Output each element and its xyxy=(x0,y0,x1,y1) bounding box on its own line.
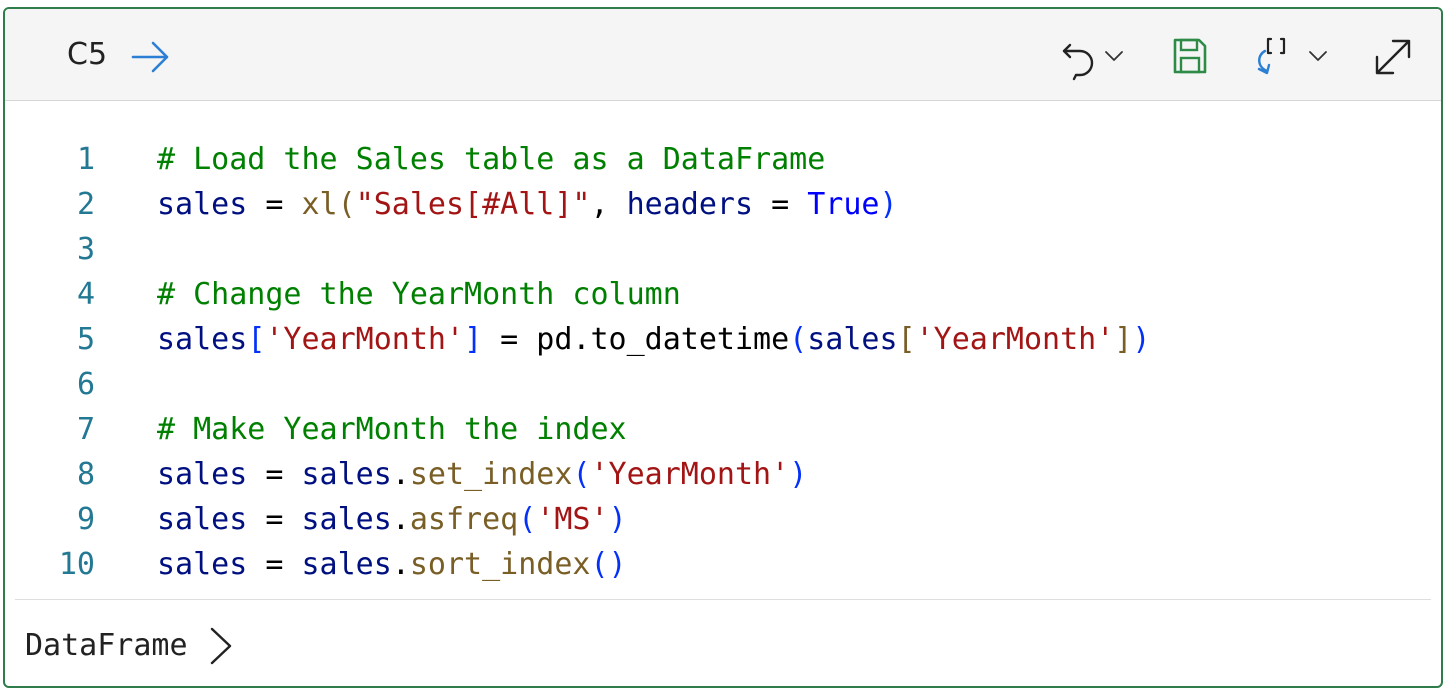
code-token: sales xyxy=(301,502,392,537)
code-token: sales xyxy=(157,502,248,537)
code-token: sales xyxy=(301,457,392,492)
code-line: 5 sales['YearMonth'] = pd.to_datetime(sal… xyxy=(5,317,1441,362)
line-number: 6 xyxy=(76,367,95,402)
code-token: . xyxy=(391,502,410,537)
code-line: 9 sales = sales.asfreq('MS') xyxy=(5,497,1441,542)
cell-reference: C5 xyxy=(67,37,108,72)
code-token: () xyxy=(590,547,627,582)
code-token: = xyxy=(247,547,302,582)
line-number: 9 xyxy=(76,502,95,537)
code-token: 'YearMonth' xyxy=(265,322,465,357)
code-token: = xyxy=(247,187,302,222)
code-token: # Make YearMonth the index xyxy=(157,412,627,447)
line-number: 3 xyxy=(76,232,95,267)
code-line: 7 # Make YearMonth the index xyxy=(5,407,1441,452)
line-number: 5 xyxy=(76,322,95,357)
code-token: ) xyxy=(1132,322,1151,357)
code-token: headers xyxy=(626,187,754,222)
code-text: # Make YearMonth the index xyxy=(157,407,627,452)
editor-header: C5 xyxy=(5,9,1441,101)
code-text: sales['YearMonth'] = pd.to_datetime(sale… xyxy=(157,317,1150,362)
code-text: sales = sales.sort_index() xyxy=(157,542,627,587)
code-token: ) xyxy=(789,457,808,492)
undo-dropdown-chevron-icon[interactable] xyxy=(1104,49,1124,63)
undo-icon[interactable] xyxy=(1060,39,1098,83)
code-token: . xyxy=(391,547,410,582)
code-token: sales xyxy=(157,322,248,357)
code-token: ) xyxy=(608,502,627,537)
code-token: ) xyxy=(879,187,898,222)
code-token: 'MS' xyxy=(536,502,609,537)
code-text: sales = xl("Sales[#All]", headers = True… xyxy=(157,182,898,227)
line-number: 2 xyxy=(76,187,95,222)
output-divider xyxy=(15,599,1431,600)
code-token: sales xyxy=(157,187,248,222)
code-token: 'YearMonth' xyxy=(915,322,1115,357)
line-number: 10 xyxy=(58,547,95,582)
code-token: ] xyxy=(1114,322,1133,357)
code-token: xl xyxy=(301,187,338,222)
code-token: ( xyxy=(337,187,356,222)
code-token: sales xyxy=(301,547,392,582)
code-token: = xyxy=(753,187,808,222)
code-token: ( xyxy=(789,322,808,357)
python-editor-panel: C5 1 # Load the Sales table as a DataFra… xyxy=(3,7,1443,688)
code-token: # Load the Sales table as a DataFrame xyxy=(157,142,826,177)
code-line: 4 # Change the YearMonth column xyxy=(5,272,1441,317)
code-line: 1 # Load the Sales table as a DataFrame xyxy=(5,137,1441,182)
code-token: ( xyxy=(572,457,591,492)
code-token: asfreq xyxy=(409,502,519,537)
code-token: = xyxy=(247,502,302,537)
code-token: sales xyxy=(157,457,248,492)
insert-output-icon[interactable] xyxy=(1253,33,1309,81)
output-type-label: DataFrame xyxy=(25,628,188,663)
output-type-toggle[interactable]: DataFrame xyxy=(25,623,234,669)
code-text: # Change the YearMonth column xyxy=(157,272,681,317)
code-token: set_index xyxy=(409,457,573,492)
line-number: 8 xyxy=(76,457,95,492)
code-line: 2 sales = xl("Sales[#All]", headers = Tru… xyxy=(5,182,1441,227)
save-icon[interactable] xyxy=(1171,36,1209,76)
code-token: ( xyxy=(518,502,537,537)
code-token: = pd.to_datetime xyxy=(482,322,790,357)
code-line: 8 sales = sales.set_index('YearMonth') xyxy=(5,452,1441,497)
line-number: 7 xyxy=(76,412,95,447)
code-token: sales xyxy=(807,322,898,357)
code-text: # Load the Sales table as a DataFrame xyxy=(157,137,825,182)
line-number: 1 xyxy=(76,142,95,177)
code-line: 3 xyxy=(5,227,1441,272)
expand-icon[interactable] xyxy=(1371,35,1415,79)
code-text: sales = sales.asfreq('MS') xyxy=(157,497,627,542)
code-token: # Change the YearMonth column xyxy=(157,277,681,312)
code-token: [ xyxy=(247,322,266,357)
code-token: sort_index xyxy=(409,547,591,582)
output-dropdown-chevron-icon[interactable] xyxy=(1308,49,1328,63)
code-token: True xyxy=(807,187,880,222)
code-token: ] xyxy=(464,322,483,357)
code-token: sales xyxy=(157,547,248,582)
goto-arrow-icon[interactable] xyxy=(129,37,173,77)
code-token: , xyxy=(590,187,627,222)
chevron-right-icon[interactable] xyxy=(208,625,234,667)
code-token: [ xyxy=(897,322,916,357)
code-token: . xyxy=(391,457,410,492)
line-number: 4 xyxy=(76,277,95,312)
code-token: = xyxy=(247,457,302,492)
code-token: 'YearMonth' xyxy=(590,457,790,492)
code-text: sales = sales.set_index('YearMonth') xyxy=(157,452,807,497)
code-line: 6 xyxy=(5,362,1441,407)
code-line: 10 sales = sales.sort_index() xyxy=(5,542,1441,587)
code-token: "Sales[#All]" xyxy=(355,187,591,222)
